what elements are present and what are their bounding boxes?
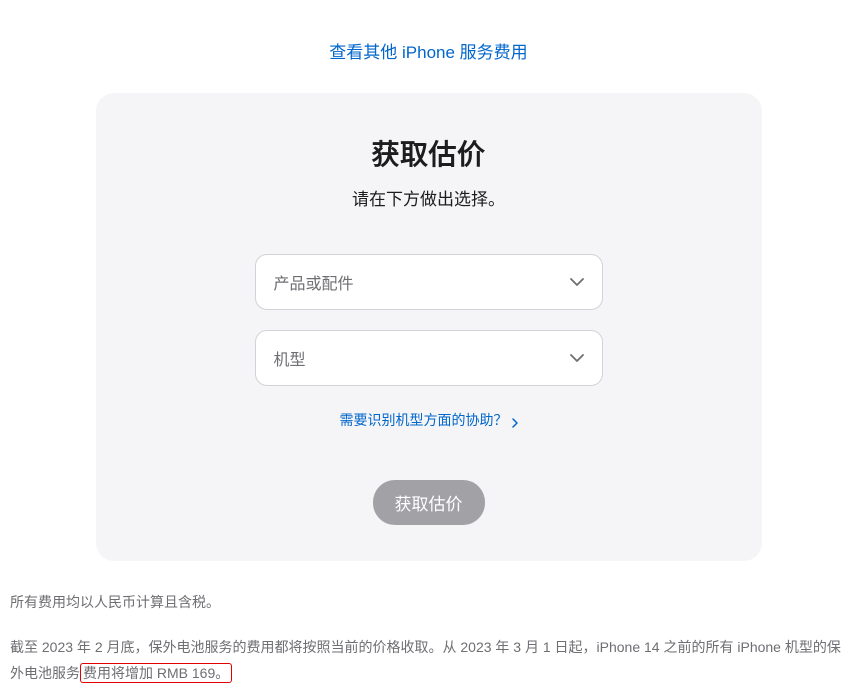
card-title: 获取估价 — [136, 133, 722, 173]
help-link-label: 需要识别机型方面的协助？ — [340, 410, 508, 430]
model-select[interactable]: 机型 — [255, 330, 603, 386]
price-increase-highlight: 费用将增加 RMB 169。 — [80, 663, 232, 683]
footer-line1: 所有费用均以人民币计算且含税。 — [10, 589, 847, 616]
estimate-card: 获取估价 请在下方做出选择。 产品或配件 机型 需要识别机型方面的协助？ 获取估… — [96, 93, 762, 561]
chevron-down-icon — [570, 278, 584, 286]
product-select-placeholder: 产品或配件 — [274, 270, 354, 294]
card-subtitle: 请在下方做出选择。 — [136, 185, 722, 210]
get-estimate-button[interactable]: 获取估价 — [373, 480, 485, 525]
product-select[interactable]: 产品或配件 — [255, 254, 603, 310]
top-link-container: 查看其他 iPhone 服务费用 — [0, 0, 857, 93]
chevron-down-icon — [570, 354, 584, 362]
footer-line2: 截至 2023 年 2 月底，保外电池服务的费用都将按照当前的价格收取。从 20… — [10, 634, 847, 687]
identify-model-help-link[interactable]: 需要识别机型方面的协助？ — [340, 410, 518, 430]
other-fees-link[interactable]: 查看其他 iPhone 服务费用 — [329, 43, 527, 62]
chevron-right-icon — [512, 415, 518, 425]
button-row: 获取估价 — [136, 480, 722, 525]
footer-text-block: 所有费用均以人民币计算且含税。 截至 2023 年 2 月底，保外电池服务的费用… — [0, 589, 857, 687]
model-select-placeholder: 机型 — [274, 346, 306, 370]
